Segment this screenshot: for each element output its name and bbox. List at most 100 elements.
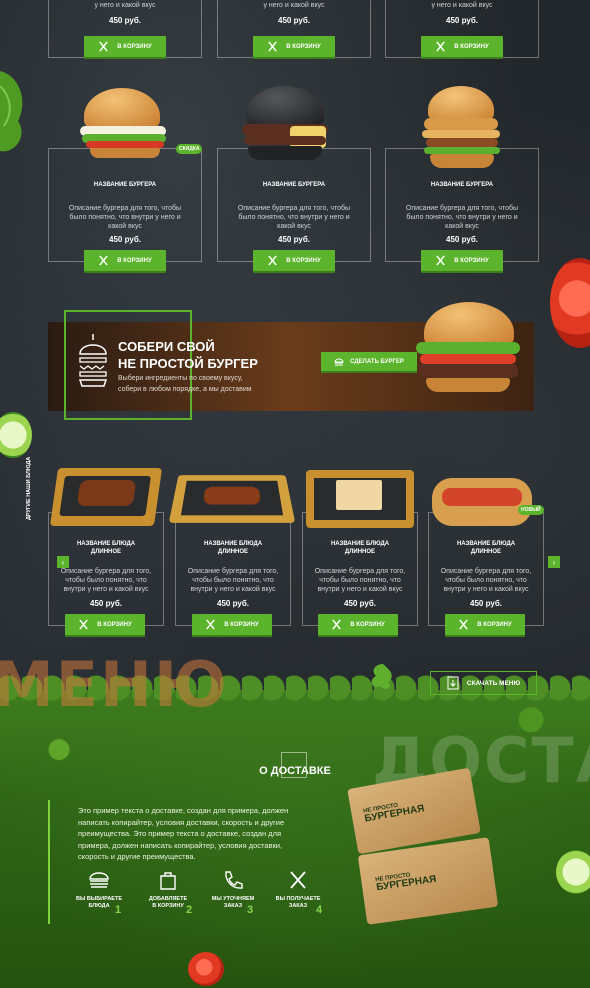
add-to-cart-button[interactable]: В КОРЗИНУ — [84, 250, 166, 271]
new-badge: НОВЫЙ — [518, 505, 544, 515]
burger-name: НАЗВАНИЕ БУРГЕРА — [93, 182, 157, 188]
delivery-title: О ДОСТАВКЕ — [259, 765, 331, 777]
burger-icon — [334, 358, 344, 365]
add-to-cart-button[interactable]: В КОРЗИНУ — [253, 36, 335, 57]
card-price: 450 руб. — [109, 16, 141, 25]
make-burger-button[interactable]: СДЕЛАТЬ БУРГЕР — [321, 352, 417, 371]
dish-card-4: НАЗВАНИЕ БЛЮДА ДЛИННОЕ Описание бургера … — [428, 512, 544, 626]
step-label-line1: МЫ УТОЧНЯЕМ — [211, 896, 255, 902]
utensils-icon — [79, 619, 89, 630]
carousel-next-button[interactable]: › — [548, 556, 560, 568]
utensils-icon — [268, 255, 278, 266]
add-to-cart-button[interactable]: В КОРЗИНУ — [318, 614, 398, 635]
dish-card-2: НАЗВАНИЕ БЛЮДА ДЛИННОЕ Описание бургера … — [175, 512, 291, 626]
utensils-icon — [332, 619, 342, 630]
cart-button-label: В КОРЗИНУ — [117, 43, 152, 50]
dish-price: 450 руб. — [344, 599, 376, 608]
burger-price: 450 руб. — [109, 235, 141, 244]
download-menu-label: СКАЧАТЬ МЕНЮ — [466, 679, 521, 687]
utensils-icon — [436, 41, 446, 52]
add-to-cart-button[interactable]: В КОРЗИНУ — [84, 36, 166, 57]
burger-name: НАЗВАНИЕ БУРГЕРА — [262, 182, 326, 188]
dish-name-line1: НАЗВАНИЕ БЛЮДА — [456, 541, 516, 547]
dish-name-line1: НАЗВАНИЕ БЛЮДА — [76, 541, 136, 547]
other-dishes-label: ДРУГИЕ НАШИ БЛЮДА — [26, 456, 32, 520]
ribs-dish-image — [49, 468, 163, 526]
cart-button-label: В КОРЗИНУ — [286, 43, 321, 50]
step-label-line1: ВЫ ВЫБИРАЕТЕ — [75, 896, 122, 902]
step-label-line2: В КОРЗИНУ — [152, 903, 184, 909]
parsley-icon — [371, 664, 392, 689]
dish-name-line2: ДЛИННОЕ — [344, 549, 376, 555]
delivery-description: Это пример текста о доставке, создан для… — [78, 806, 289, 861]
step-number: 3 — [247, 904, 254, 916]
card-desc-tail: у него и какой вкус — [94, 2, 156, 9]
document-download-icon — [447, 676, 459, 690]
dish-description: Описание бургера для того, чтобы было по… — [187, 568, 279, 593]
step-label-line2: ЗАКАЗ — [223, 903, 243, 909]
dish-name-line2: ДЛИННОЕ — [217, 549, 249, 555]
card-price: 450 руб. — [278, 16, 310, 25]
black-burger-image — [240, 86, 332, 170]
step-label-line2: БЛЮДА — [88, 903, 110, 909]
add-to-cart-button[interactable]: В КОРЗИНУ — [253, 250, 335, 271]
card-price: 450 руб. — [446, 16, 478, 25]
step-label-line1: ВЫ ПОЛУЧАЕТЕ — [275, 896, 321, 902]
dish-price: 450 руб. — [217, 599, 249, 608]
add-to-cart-button[interactable]: В КОРЗИНУ — [65, 614, 145, 635]
dish-price: 450 руб. — [470, 599, 502, 608]
delivery-accent-bar — [48, 800, 50, 924]
download-menu-button[interactable]: СКАЧАТЬ МЕНЮ — [430, 671, 537, 695]
add-to-cart-button[interactable]: В КОРЗИНУ — [445, 614, 525, 635]
classic-burger-image — [80, 88, 170, 168]
burger-icon — [89, 872, 109, 888]
phone-icon — [225, 871, 243, 889]
cart-button-label: В КОРЗИНУ — [117, 257, 152, 264]
cart-button-label: В КОРЗИНУ — [454, 257, 489, 264]
dish-description: Описание бургера для того, чтобы было по… — [314, 568, 406, 593]
sandwich-dish-image — [306, 470, 414, 528]
utensils-icon — [99, 255, 109, 266]
dish-description: Описание бургера для того, чтобы было по… — [60, 568, 152, 593]
step-label-line2: ЗАКАЗ — [288, 903, 308, 909]
dish-name-line1: НАЗВАНИЕ БЛЮДА — [330, 541, 390, 547]
banner-title-line1: СОБЕРИ СВОЙ — [118, 339, 215, 354]
cart-button-label: В КОРЗИНУ — [286, 257, 321, 264]
dish-card-1: НАЗВАНИЕ БЛЮДА ДЛИННОЕ Описание бургера … — [48, 512, 164, 626]
utensils-icon — [268, 41, 278, 52]
utensils-icon — [459, 619, 469, 630]
promo-burger-image — [414, 302, 524, 408]
burger-name: НАЗВАНИЕ БУРГЕРА — [430, 182, 494, 188]
cart-button-label: В КОРЗИНУ — [350, 621, 385, 628]
burger-description: Описание бургера для того, чтобы было по… — [405, 205, 519, 230]
burger-description: Описание бургера для того, чтобы было по… — [237, 205, 351, 230]
cucumber-slice-image — [556, 850, 590, 894]
utensils-icon — [290, 871, 306, 889]
lettuce-leaf-icon — [0, 71, 23, 152]
cart-button-label: В КОРЗИНУ — [477, 621, 512, 628]
dish-card-3: НАЗВАНИЕ БЛЮДА ДЛИННОЕ Описание бургера … — [302, 512, 418, 626]
burger-description: Описание бургера для того, чтобы было по… — [68, 205, 182, 230]
step-label-line1: ДОБАВЛЯЕТЕ — [148, 896, 188, 902]
step-number: 4 — [316, 904, 323, 916]
cart-button-label: В КОРЗИНУ — [224, 621, 259, 628]
card-desc-tail: у него и какой вкус — [431, 2, 493, 9]
dish-name-line2: ДЛИННОЕ — [90, 549, 122, 555]
burger-price: 450 руб. — [446, 235, 478, 244]
banner-subtitle-line1: Выбери ингредиенты по своему вкусу, — [118, 375, 243, 382]
utensils-icon — [99, 41, 109, 52]
burger-price: 450 руб. — [278, 235, 310, 244]
burger-outline-icon — [78, 334, 108, 387]
dish-name-line2: ДЛИННОЕ — [470, 549, 502, 555]
add-to-cart-button[interactable]: В КОРЗИНУ — [421, 36, 503, 57]
tall-burger-image — [422, 86, 504, 178]
add-to-cart-button[interactable]: В КОРЗИНУ — [421, 250, 503, 271]
add-to-cart-button[interactable]: В КОРЗИНУ — [192, 614, 272, 635]
cart-button-label: В КОРЗИНУ — [454, 43, 489, 50]
wings-dish-image — [168, 475, 296, 523]
bag-icon — [160, 872, 176, 890]
step-number: 2 — [186, 904, 193, 916]
utensils-icon — [436, 255, 446, 266]
step-number: 1 — [115, 904, 122, 916]
discount-badge: СКИДКА — [176, 144, 203, 154]
